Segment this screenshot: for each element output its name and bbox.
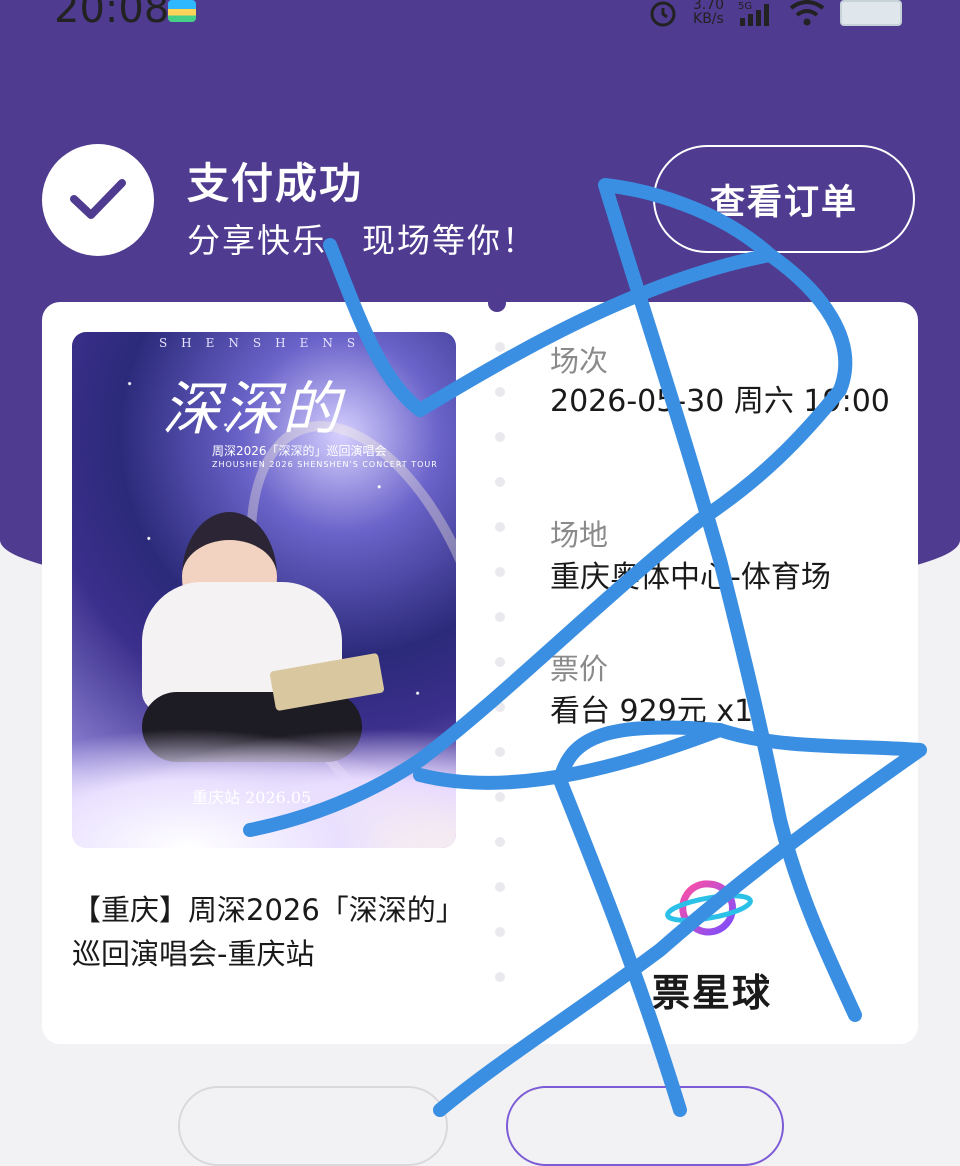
network-speed: 3.70 KB/s	[692, 0, 724, 27]
poster-spaced-text: SHENSHENS	[158, 336, 370, 350]
session-value: 2026-05-30 周六 19:00	[550, 384, 890, 419]
battery-icon	[840, 0, 902, 26]
session-label: 场次	[550, 344, 609, 378]
price-label: 票价	[550, 652, 609, 686]
signal-icon: 5G	[738, 1, 769, 26]
ticket-perforation	[492, 342, 508, 982]
price-value: 看台 929元 x1	[550, 694, 754, 729]
poster-subtitle-en: ZHOUSHEN 2026 SHENSHEN'S CONCERT TOUR	[212, 460, 438, 469]
poster-subtitle: 周深2026「深深的」巡回演唱会	[212, 444, 387, 458]
event-name: 【重庆】周深2026「深深的」巡回演唱会-重庆站	[72, 893, 451, 971]
poster-title: 深深的	[162, 375, 343, 443]
brand-name: 票星球	[652, 971, 773, 1015]
poster-station: 重庆站 2026.05	[192, 788, 312, 807]
bottom-left-button[interactable]	[178, 1086, 448, 1166]
status-time: 20:08	[54, 0, 170, 32]
alarm-icon	[650, 1, 676, 27]
payment-success-subtitle: 分享快乐，现场等你！	[187, 221, 537, 260]
venue-label: 场地	[550, 518, 609, 552]
wifi-icon	[789, 0, 825, 26]
checkmark-icon	[70, 179, 126, 219]
bottom-right-button[interactable]	[506, 1086, 784, 1166]
event-poster-image[interactable]: SHENSHENS 深深的 周深2026「深深的」巡回演唱会 ZHOUSHEN …	[72, 332, 456, 848]
network-type: 5G	[738, 1, 752, 12]
planet-logo-icon	[665, 880, 753, 936]
app-notification-icon	[168, 0, 196, 22]
ticket-card: SHENSHENS 深深的 周深2026「深深的」巡回演唱会 ZHOUSHEN …	[42, 294, 918, 1044]
status-icons: 3.70 KB/s 5G	[647, 0, 902, 30]
payment-success-title: 支付成功	[187, 159, 364, 208]
status-bar: 20:08 3.70 KB/s 5G	[0, 0, 960, 40]
venue-value: 重庆奥体中心-体育场	[550, 560, 831, 595]
view-order-button[interactable]: 查看订单	[653, 145, 915, 253]
success-check-badge	[42, 144, 154, 256]
ticket-notch	[488, 294, 506, 312]
